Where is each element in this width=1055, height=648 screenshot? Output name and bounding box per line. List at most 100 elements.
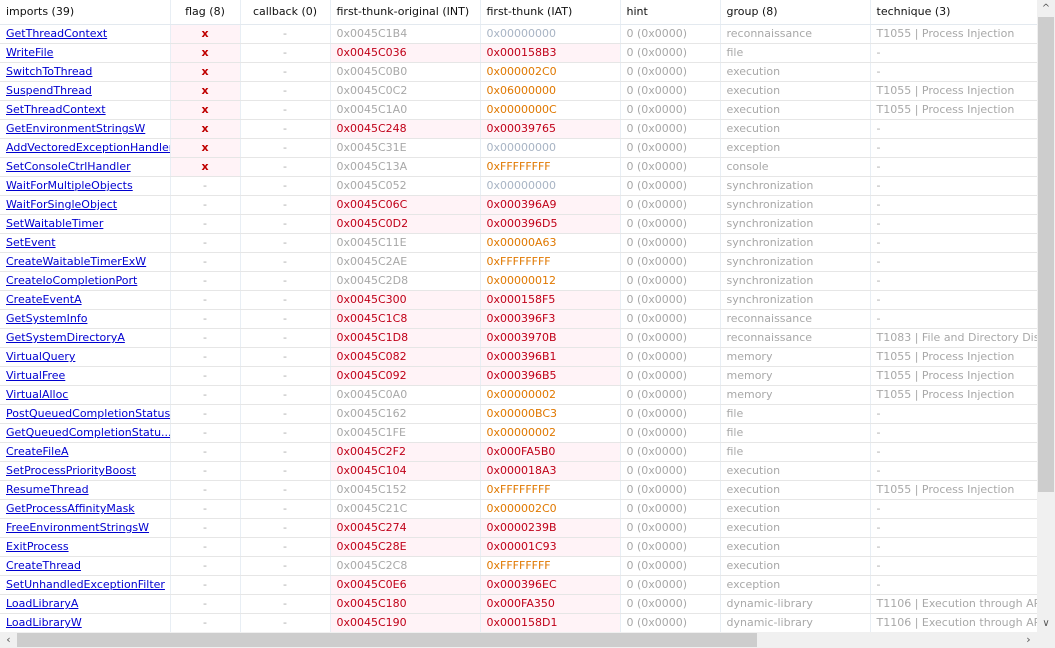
table-row[interactable]: GetEnvironmentStringsW x -0x0045C248 0x0003… <box>0 119 1037 139</box>
cell-int-value: 0x0045C1C8 <box>330 309 481 329</box>
table-row[interactable]: SetProcessPriorityBoost - -0x0045C104 0x000… <box>0 461 1037 481</box>
table-row[interactable]: CreateWaitableTimerExW - -0x0045C2AE 0xFFFF… <box>0 252 1037 272</box>
cell-technique: - <box>870 157 1037 177</box>
import-link[interactable]: CreateWaitableTimerExW <box>6 255 146 268</box>
import-link[interactable]: FreeEnvironmentStringsW <box>6 521 149 534</box>
column-header-group[interactable]: group (8) <box>720 0 871 25</box>
cell-flag: x <box>170 138 241 158</box>
table-row[interactable]: ExitProcess - -0x0045C28E 0x00001C93 0 (0x00… <box>0 537 1037 557</box>
import-link[interactable]: GetProcessAffinityMask <box>6 502 135 515</box>
table-row[interactable]: GetQueuedCompletionStatu... - -0x0045C1FE 0… <box>0 423 1037 443</box>
cell-iat-value: 0x000396B1 <box>480 347 621 367</box>
cell-int-value: 0x0045C1FE <box>330 423 481 443</box>
horizontal-scroll-thumb[interactable] <box>17 633 757 647</box>
table-row[interactable]: GetSystemInfo - -0x0045C1C8 0x000396F3 0 (0x… <box>0 309 1037 329</box>
cell-flag: x <box>170 157 241 177</box>
cell-callback: - <box>240 62 331 82</box>
import-link[interactable]: WriteFile <box>6 46 53 59</box>
import-link[interactable]: AddVectoredExceptionHandler <box>6 141 169 154</box>
import-link[interactable]: LoadLibraryW <box>6 616 82 629</box>
import-link[interactable]: GetSystemDirectoryA <box>6 331 125 344</box>
import-link[interactable]: CreateEventA <box>6 293 82 306</box>
cell-group: synchronization <box>720 233 871 253</box>
cell-iat-value: 0x000158F5 <box>480 290 621 310</box>
table-row[interactable]: LoadLibraryW - -0x0045C190 0x000158D1 0 (0x0… <box>0 613 1037 632</box>
vertical-scroll-thumb[interactable] <box>1038 17 1054 492</box>
import-link[interactable]: VirtualFree <box>6 369 65 382</box>
table-row[interactable]: AddVectoredExceptionHandler x -0x0045C31E 0… <box>0 138 1037 158</box>
column-header-imports[interactable]: imports (39) <box>0 0 171 25</box>
cell-flag: - <box>170 271 241 291</box>
table-row[interactable]: VirtualAlloc - -0x0045C0A0 0x00000002 0 (0x0… <box>0 385 1037 405</box>
table-row[interactable]: CreateThread - -0x0045C2C8 0xFFFFFFFF 0 (0x0… <box>0 556 1037 576</box>
import-link[interactable]: GetEnvironmentStringsW <box>6 122 145 135</box>
import-link[interactable]: SetUnhandledExceptionFilter <box>6 578 165 591</box>
import-link[interactable]: GetThreadContext <box>6 27 107 40</box>
table-row[interactable]: ResumeThread - -0x0045C152 0xFFFFFFFF 0 (0x0… <box>0 480 1037 500</box>
cell-iat-value: 0x000396D5 <box>480 214 621 234</box>
import-link[interactable]: CreateThread <box>6 559 81 572</box>
import-link[interactable]: CreateFileA <box>6 445 68 458</box>
table-row[interactable]: FreeEnvironmentStringsW - -0x0045C274 0x000… <box>0 518 1037 538</box>
import-link[interactable]: SetConsoleCtrlHandler <box>6 160 131 173</box>
column-header-iat[interactable]: first-thunk (IAT) <box>480 0 621 25</box>
import-link[interactable]: SwitchToThread <box>6 65 92 78</box>
cell-import-name: SetEvent <box>0 233 171 253</box>
table-row[interactable]: WaitForSingleObject - -0x0045C06C 0x000396A… <box>0 195 1037 215</box>
cell-int-value: 0x0045C1D8 <box>330 328 481 348</box>
cell-hint: 0 (0x0000) <box>620 119 721 139</box>
table-row[interactable]: SetThreadContext x -0x0045C1A0 0x0000000C 0 … <box>0 100 1037 120</box>
import-link[interactable]: WaitForSingleObject <box>6 198 117 211</box>
table-row[interactable]: SetEvent - -0x0045C11E 0x00000A63 0 (0x0000)… <box>0 233 1037 253</box>
import-link[interactable]: SetEvent <box>6 236 56 249</box>
table-row[interactable]: SetWaitableTimer - -0x0045C0D2 0x000396D5 0 … <box>0 214 1037 234</box>
table-row[interactable]: VirtualQuery - -0x0045C082 0x000396B1 0 (0x0… <box>0 347 1037 367</box>
table-row[interactable]: LoadLibraryA - -0x0045C180 0x000FA350 0 (0x0… <box>0 594 1037 614</box>
table-row[interactable]: CreateFileA - -0x0045C2F2 0x000FA5B0 0 (0x00… <box>0 442 1037 462</box>
table-row[interactable]: CreateEventA - -0x0045C300 0x000158F5 0 (0x0… <box>0 290 1037 310</box>
cell-flag: - <box>170 613 241 632</box>
table-row[interactable]: CreateIoCompletionPort - -0x0045C2D8 0x0000… <box>0 271 1037 291</box>
scroll-up-icon[interactable]: ^ <box>1037 0 1055 17</box>
table-row[interactable]: GetProcessAffinityMask - -0x0045C21C 0x0000… <box>0 499 1037 519</box>
table-row[interactable]: SetUnhandledExceptionFilter - -0x0045C0E6 0… <box>0 575 1037 595</box>
horizontal-scrollbar[interactable]: ‹ › <box>0 632 1055 648</box>
table-row[interactable]: SwitchToThread x -0x0045C0B0 0x000002C0 0 (0… <box>0 62 1037 82</box>
cell-group: execution <box>720 556 871 576</box>
import-link[interactable]: SetWaitableTimer <box>6 217 103 230</box>
table-row[interactable]: PostQueuedCompletionStatus - -0x0045C162 0x… <box>0 404 1037 424</box>
scroll-right-icon[interactable]: › <box>1020 632 1037 648</box>
scroll-left-icon[interactable]: ‹ <box>0 632 17 648</box>
table-row[interactable]: VirtualFree - -0x0045C092 0x000396B5 0 (0x00… <box>0 366 1037 386</box>
import-link[interactable]: GetQueuedCompletionStatu... <box>6 426 169 439</box>
import-link[interactable]: ResumeThread <box>6 483 89 496</box>
import-link[interactable]: GetSystemInfo <box>6 312 87 325</box>
column-header-callback[interactable]: callback (0) <box>240 0 331 25</box>
import-link[interactable]: SuspendThread <box>6 84 92 97</box>
cell-iat-value: 0x000158B3 <box>480 43 621 63</box>
column-header-hint[interactable]: hint <box>620 0 721 25</box>
import-link[interactable]: SetProcessPriorityBoost <box>6 464 136 477</box>
import-link[interactable]: WaitForMultipleObjects <box>6 179 133 192</box>
scroll-down-icon[interactable]: ∨ <box>1037 615 1055 632</box>
column-header-technique[interactable]: technique (3) <box>870 0 1037 25</box>
import-link[interactable]: PostQueuedCompletionStatus <box>6 407 169 420</box>
vertical-scrollbar[interactable]: ^ ∨ <box>1037 0 1055 632</box>
cell-callback: - <box>240 613 331 632</box>
import-link[interactable]: SetThreadContext <box>6 103 106 116</box>
import-link[interactable]: CreateIoCompletionPort <box>6 274 137 287</box>
cell-hint: 0 (0x0000) <box>620 347 721 367</box>
column-header-flag[interactable]: flag (8) <box>170 0 241 25</box>
table-row[interactable]: SuspendThread x -0x0045C0C2 0x06000000 0 (0x… <box>0 81 1037 101</box>
table-row[interactable]: WriteFile x -0x0045C036 0x000158B3 0 (0x0000… <box>0 43 1037 63</box>
table-row[interactable]: GetThreadContext x -0x0045C1B4 0x00000000 0 … <box>0 24 1037 44</box>
import-link[interactable]: LoadLibraryA <box>6 597 78 610</box>
table-row[interactable]: SetConsoleCtrlHandler x -0x0045C13A 0xFFFFF… <box>0 157 1037 177</box>
column-header-int[interactable]: first-thunk-original (INT) <box>330 0 481 25</box>
import-link[interactable]: VirtualQuery <box>6 350 75 363</box>
import-link[interactable]: ExitProcess <box>6 540 69 553</box>
import-link[interactable]: VirtualAlloc <box>6 388 68 401</box>
table-row[interactable]: GetSystemDirectoryA - -0x0045C1D8 0x0003970… <box>0 328 1037 348</box>
table-row[interactable]: WaitForMultipleObjects - -0x0045C052 0x0000… <box>0 176 1037 196</box>
cell-flag: - <box>170 537 241 557</box>
